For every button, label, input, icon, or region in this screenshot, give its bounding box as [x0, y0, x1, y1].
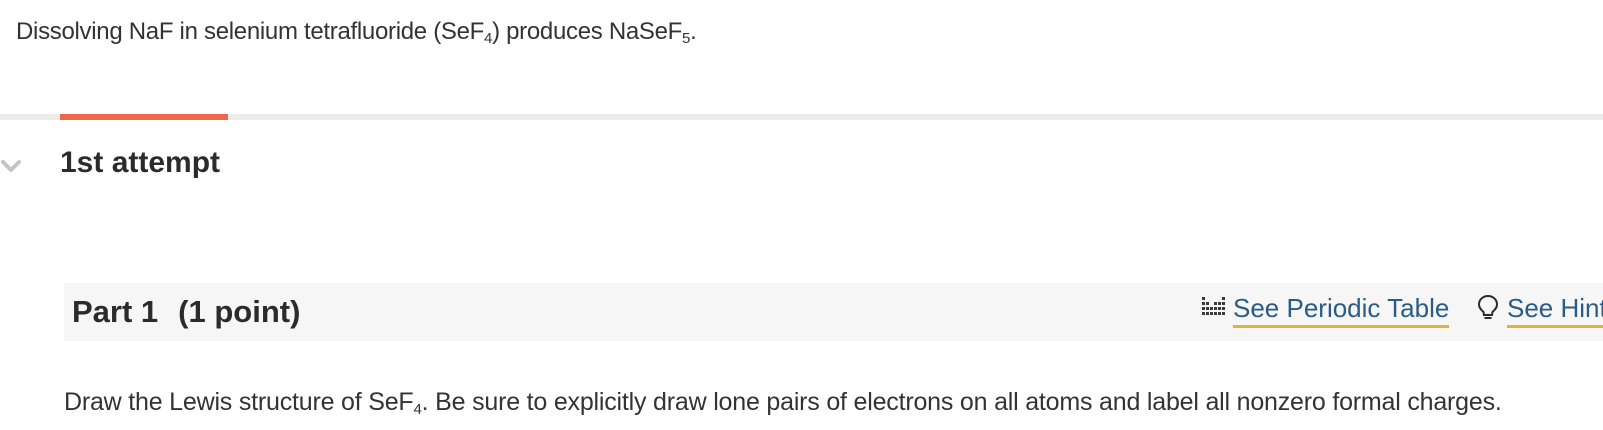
attempt-progress-bar — [0, 114, 1603, 120]
chevron-down-icon[interactable] — [0, 155, 22, 177]
instruction-text-2: . Be sure to explicitly draw lone pairs … — [421, 388, 1502, 416]
intro-subscript-2: 5 — [682, 30, 691, 47]
part-points: (1 point) — [178, 294, 301, 329]
lightbulb-icon — [1475, 293, 1501, 328]
attempt-title[interactable]: 1st attempt — [60, 146, 220, 180]
see-hint-link[interactable]: See Hint — [1475, 293, 1603, 328]
question-page: Dissolving NaF in selenium tetrafluoride… — [0, 0, 1603, 430]
intro-text-1: Dissolving NaF in selenium tetrafluoride… — [16, 18, 485, 45]
intro-text-3: . — [690, 18, 697, 45]
instruction-subscript: 4 — [413, 401, 422, 418]
see-periodic-table-label[interactable]: See Periodic Table — [1233, 293, 1450, 328]
part-number: Part 1 — [72, 294, 159, 329]
see-periodic-table-link[interactable]: See Periodic Table — [1201, 293, 1450, 328]
see-hint-label[interactable]: See Hint — [1507, 293, 1603, 328]
part-header: Part 1 (1 point) See Periodic Table See … — [64, 283, 1603, 341]
part-title: Part 1 (1 point) — [72, 294, 300, 330]
intro-text-2: ) produces NaSeF — [492, 18, 683, 45]
instruction-text-1: Draw the Lewis structure of SeF — [64, 388, 414, 416]
attempt-progress-fill — [60, 114, 228, 120]
part-instruction: Draw the Lewis structure of SeF4. Be sur… — [64, 388, 1502, 417]
intro-subscript-1: 4 — [484, 30, 493, 47]
question-intro: Dissolving NaF in selenium tetrafluoride… — [16, 18, 697, 47]
periodic-table-icon — [1201, 295, 1227, 326]
